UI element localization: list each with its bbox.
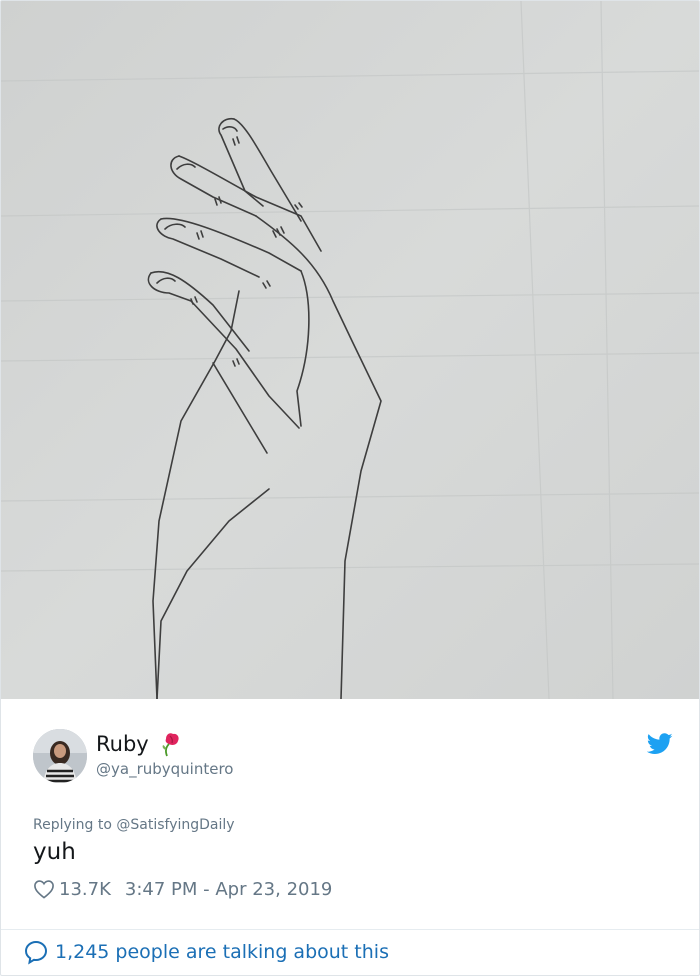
timestamp[interactable]: 3:47 PM - Apr 23, 2019	[125, 879, 332, 900]
speech-bubble-icon	[23, 939, 49, 965]
avatar[interactable]	[33, 729, 87, 783]
tweet-header: Ruby @ya_rubyquintero	[33, 729, 673, 785]
like-count[interactable]: 13.7K	[59, 879, 111, 900]
replying-to[interactable]: Replying to @SatisfyingDaily	[33, 817, 235, 833]
tweet-photo[interactable]	[1, 1, 699, 699]
wilted-rose-icon	[160, 731, 182, 757]
display-name[interactable]: Ruby	[96, 731, 149, 757]
author-names: Ruby @ya_rubyquintero	[96, 731, 233, 779]
conversation-label[interactable]: 1,245 people are talking about this	[55, 941, 389, 963]
twitter-bird-icon[interactable]	[646, 733, 673, 755]
tweet-meta: 13.7K 3:47 PM - Apr 23, 2019	[33, 877, 332, 901]
tweet-embed: Ruby @ya_rubyquintero Replying to @Satis…	[0, 0, 700, 976]
handle[interactable]: @ya_rubyquintero	[96, 759, 233, 779]
tweet-text: yuh	[33, 839, 76, 865]
conversation-link[interactable]: 1,245 people are talking about this	[23, 939, 389, 965]
divider	[1, 929, 699, 930]
heart-icon[interactable]	[33, 879, 55, 899]
